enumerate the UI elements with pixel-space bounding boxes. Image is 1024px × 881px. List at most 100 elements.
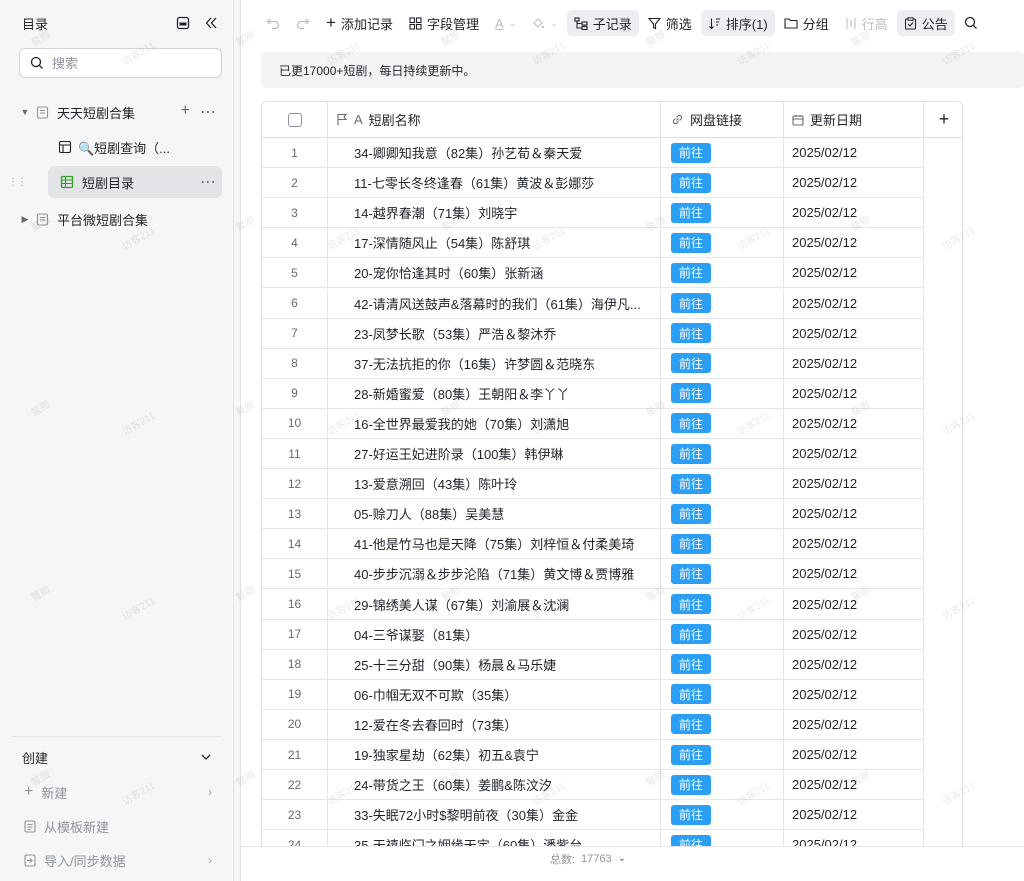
go-button[interactable]: 前往 [671,533,711,554]
table-row[interactable]: 6 42-请清风送鼓声&落幕时的我们（61集）海伊凡... 前往 2025/02/12 [262,288,924,319]
tree-item-tiantian[interactable]: ▼ 天天短剧合集 + ⋯ [12,96,222,128]
row-link-cell[interactable]: 前往 [661,408,784,438]
field-manage-button[interactable]: 字段管理 [402,10,486,36]
drag-handle-icon[interactable]: ⋮⋮ [8,177,27,188]
row-name-cell[interactable]: 25-十三分甜（90集）杨晨＆马乐婕 [328,649,661,679]
row-link-cell[interactable]: 前往 [661,228,784,258]
table-row[interactable]: 23 33-失眠72小时$黎明前夜（30集）金金 前往 2025/02/12 [262,800,924,831]
row-name-cell[interactable]: 16-全世界最爱我的她（70集）刘潇旭 [328,408,661,438]
go-button[interactable]: 前往 [671,774,711,795]
row-name-cell[interactable]: 23-凤梦长歌（53集）严浩＆黎沐乔 [328,318,661,348]
chevron-down-icon[interactable]: ⌄ [618,853,626,864]
row-link-cell[interactable]: 前往 [661,469,784,499]
caret-down-icon[interactable]: ▼ [18,107,32,117]
row-link-cell[interactable]: 前往 [661,288,784,318]
go-button[interactable]: 前往 [671,202,711,223]
tree-item-query[interactable]: 🔍短剧查询（... [12,131,222,163]
row-link-cell[interactable]: 前往 [661,649,784,679]
row-link-cell[interactable]: 前往 [661,619,784,649]
row-name-cell[interactable]: 20-宠你恰逢其时（60集）张新涵 [328,258,661,288]
go-button[interactable]: 前往 [671,473,711,494]
go-button[interactable]: 前往 [671,744,711,765]
group-button[interactable]: 分组 [777,10,836,36]
fill-color-button[interactable]: ⌄ [525,10,565,36]
row-link-cell[interactable]: 前往 [661,318,784,348]
row-link-cell[interactable]: 前往 [661,740,784,770]
notice-button[interactable]: 公告 [896,10,955,36]
row-link-cell[interactable]: 前往 [661,258,784,288]
row-name-cell[interactable]: 17-深情随风止（54集）陈舒琪 [328,228,661,258]
row-link-cell[interactable]: 前往 [661,800,784,830]
go-button[interactable]: 前往 [671,293,711,314]
go-button[interactable]: 前往 [671,353,711,374]
search-input[interactable] [52,55,202,71]
create-header[interactable]: 创建 [12,739,222,775]
select-all-cell[interactable] [262,102,328,137]
row-link-cell[interactable]: 前往 [661,168,784,198]
header-link[interactable]: 网盘链接 [661,102,784,137]
create-import[interactable]: 导入/同步数据 › [12,843,222,877]
table-row[interactable]: 12 13-爱意溯回（43集）陈叶玲 前往 2025/02/12 [262,469,924,500]
go-button[interactable]: 前往 [671,413,711,434]
row-name-cell[interactable]: 11-七零长冬终逢春（61集）黄波＆彭娜莎 [328,168,661,198]
table-row[interactable]: 1 34-卿卿知我意（82集）孙艺荀＆秦天爱 前往 2025/02/12 [262,138,924,169]
row-name-cell[interactable]: 24-带货之王（60集）姜鹏&陈汶汐 [328,770,661,800]
row-link-cell[interactable]: 前往 [661,378,784,408]
row-link-cell[interactable]: 前往 [661,138,784,168]
text-color-button[interactable]: A ⌄ [488,10,523,36]
row-link-cell[interactable]: 前往 [661,589,784,619]
row-name-cell[interactable]: 05-赊刀人（88集）吴美慧 [328,499,661,529]
row-link-cell[interactable]: 前往 [661,198,784,228]
go-button[interactable]: 前往 [671,503,711,524]
go-button[interactable]: 前往 [671,232,711,253]
go-button[interactable]: 前往 [671,142,711,163]
go-button[interactable]: 前往 [671,594,711,615]
row-name-cell[interactable]: 28-新婚蜜爱（80集）王朝阳＆李丫丫 [328,378,661,408]
table-row[interactable]: 21 19-独家星劫（62集）初五&袁宁 前往 2025/02/12 [262,740,924,771]
go-button[interactable]: 前往 [671,684,711,705]
row-name-cell[interactable]: 33-失眠72小时$黎明前夜（30集）金金 [328,800,661,830]
row-link-cell[interactable]: 前往 [661,679,784,709]
row-name-cell[interactable]: 40-步步沉溺＆步步沦陷（71集）黄文博＆贾博雅 [328,559,661,589]
table-row[interactable]: 14 41-他是竹马也是天降（75集）刘梓恒＆付柔美琦 前往 2025/02/12 [262,529,924,560]
go-button[interactable]: 前往 [671,323,711,344]
header-name[interactable]: A 短剧名称 [328,102,661,137]
toolbar-search-button[interactable] [957,10,985,36]
go-button[interactable]: 前往 [671,654,711,675]
more-icon[interactable]: ⋯ [200,172,216,192]
row-name-cell[interactable]: 34-卿卿知我意（82集）孙艺荀＆秦天爱 [328,138,661,168]
sidebar-search[interactable] [19,48,222,78]
go-button[interactable]: 前往 [671,172,711,193]
go-button[interactable]: 前往 [671,443,711,464]
table-row[interactable]: 17 04-三爷谋娶（81集） 前往 2025/02/12 [262,619,924,650]
undo-button[interactable] [259,10,287,36]
row-name-cell[interactable]: 19-独家星劫（62集）初五&袁宁 [328,740,661,770]
create-new[interactable]: + 新建 › [12,775,222,809]
table-row[interactable]: 18 25-十三分甜（90集）杨晨＆马乐婕 前往 2025/02/12 [262,649,924,680]
row-link-cell[interactable]: 前往 [661,499,784,529]
go-button[interactable]: 前往 [671,563,711,584]
tree-item-platform[interactable]: ▶ 平台微短剧合集 [12,203,222,235]
row-name-cell[interactable]: 04-三爷谋娶（81集） [328,619,661,649]
sub-record-button[interactable]: 子记录 [566,10,639,36]
table-row[interactable]: 11 27-好运王妃进阶录（100集）韩伊琳 前往 2025/02/12 [262,439,924,470]
collapse-panel-icon[interactable] [176,16,190,30]
row-name-cell[interactable]: 37-无法抗拒的你（16集）许梦圆＆范晓东 [328,348,661,378]
row-name-cell[interactable]: 29-锦绣美人谋（67集）刘渝展＆沈澜 [328,589,661,619]
table-row[interactable]: 10 16-全世界最爱我的她（70集）刘潇旭 前往 2025/02/12 [262,408,924,439]
table-row[interactable]: 4 17-深情随风止（54集）陈舒琪 前往 2025/02/12 [262,228,924,259]
double-chevron-left-icon[interactable] [204,16,218,30]
go-button[interactable]: 前往 [671,262,711,283]
table-row[interactable]: 5 20-宠你恰逢其时（60集）张新涵 前往 2025/02/12 [262,258,924,289]
row-link-cell[interactable]: 前往 [661,348,784,378]
select-all-checkbox[interactable] [287,112,302,127]
row-link-cell[interactable]: 前往 [661,529,784,559]
row-name-cell[interactable]: 13-爱意溯回（43集）陈叶玲 [328,469,661,499]
header-date[interactable]: 更新日期 [784,102,924,137]
create-from-template[interactable]: 从模板新建 [12,809,222,843]
redo-button[interactable] [289,10,317,36]
table-row[interactable]: 9 28-新婚蜜爱（80集）王朝阳＆李丫丫 前往 2025/02/12 [262,378,924,409]
go-button[interactable]: 前往 [671,714,711,735]
go-button[interactable]: 前往 [671,624,711,645]
more-icon[interactable]: ⋯ [200,102,216,122]
